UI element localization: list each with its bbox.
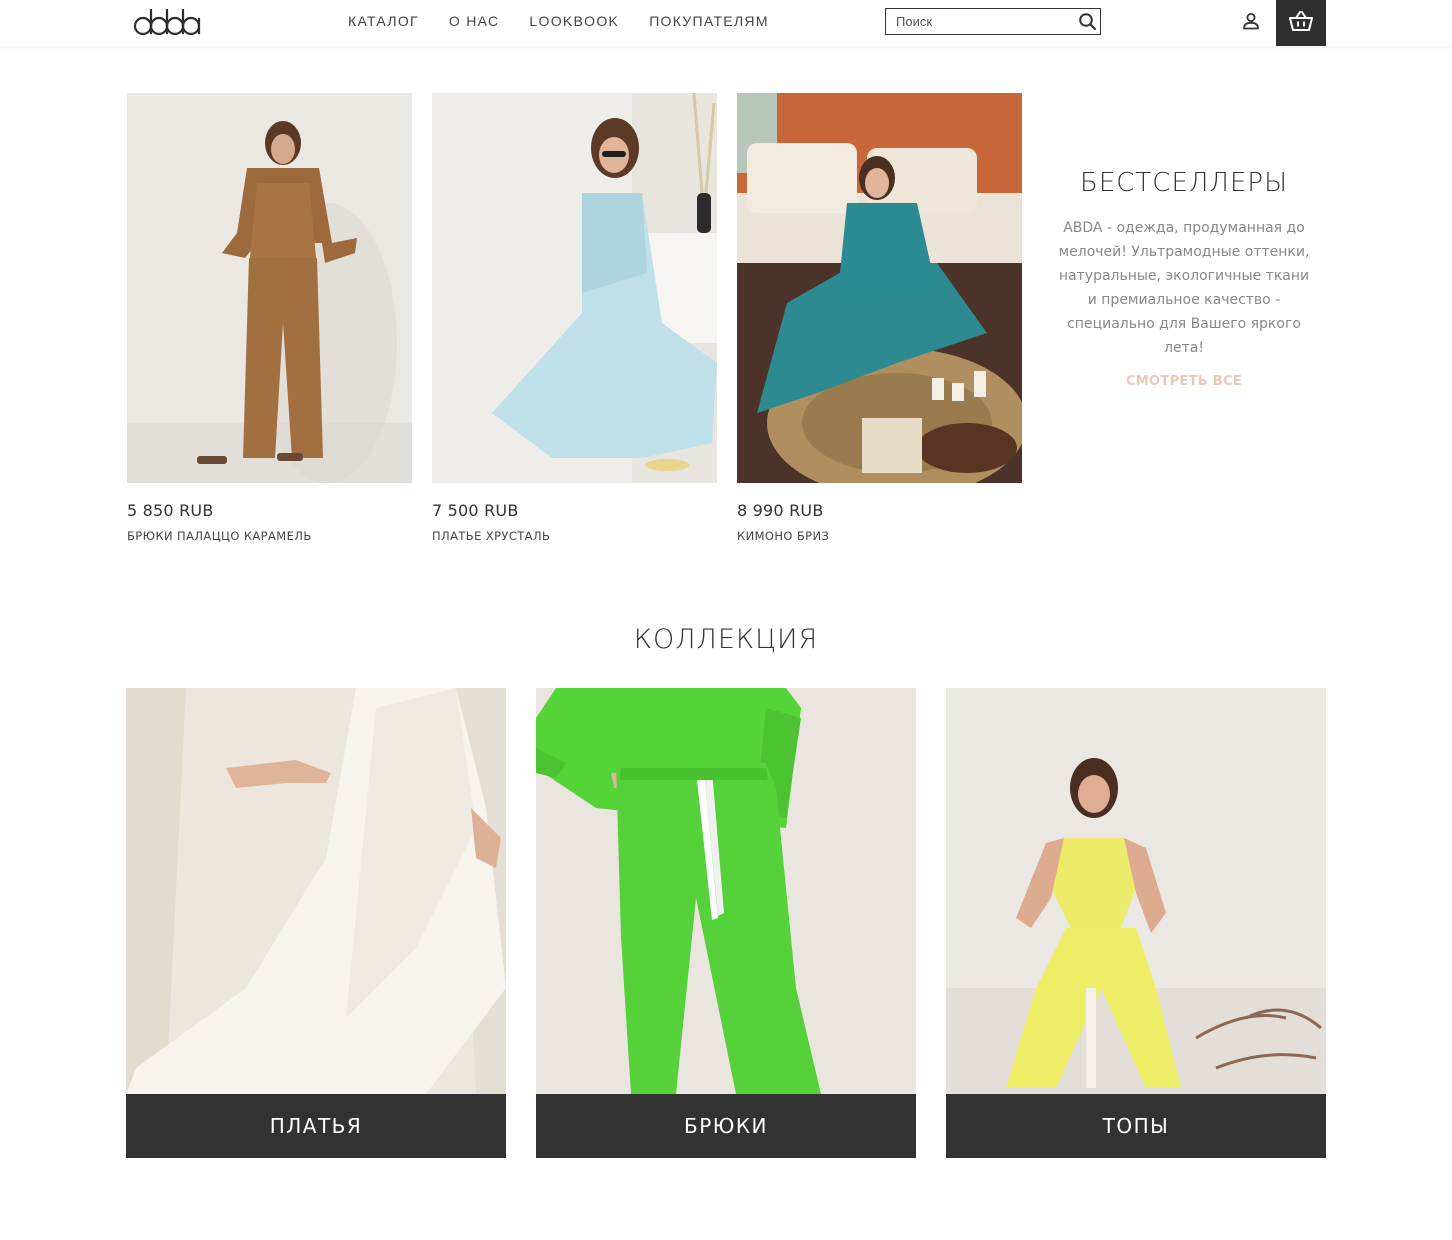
product-name[interactable]: ПЛАТЬЕ ХРУСТАЛЬ [432,529,717,543]
product-card[interactable]: 7 500 RUB ПЛАТЬЕ ХРУСТАЛЬ [432,93,717,543]
abda-logo[interactable] [133,5,203,39]
product-image[interactable] [737,93,1022,483]
product-name[interactable]: КИМОНО БРИЗ [737,529,1022,543]
nav-about[interactable]: О НАС [449,13,500,29]
product-name[interactable]: БРЮКИ ПАЛАЦЦО КАРАМЕЛЬ [127,529,412,543]
category-card-trousers[interactable]: БРЮКИ [536,688,916,1158]
category-card-dresses[interactable]: ПЛАТЬЯ [126,688,506,1158]
search-box [885,8,1101,35]
main-nav: КАТАЛОГ О НАС LOOKBOOK ПОКУПАТЕЛЯМ [348,13,799,29]
search-input[interactable] [886,9,1074,34]
bestsellers-title: БЕСТСЕЛЛЕРЫ [1079,168,1289,198]
basket-icon [1289,11,1313,31]
product-image[interactable] [127,93,412,483]
product-image[interactable] [432,93,717,483]
category-image[interactable] [536,688,916,1094]
view-all-link[interactable]: СМОТРЕТЬ ВСЕ [1126,374,1242,389]
category-label[interactable]: ПЛАТЬЯ [126,1094,506,1158]
category-image[interactable] [126,688,506,1094]
product-card[interactable]: 5 850 RUB БРЮКИ ПАЛАЦЦО КАРАМЕЛЬ [127,93,412,543]
cart-button[interactable] [1276,0,1326,46]
nav-catalog[interactable]: КАТАЛОГ [348,13,419,29]
category-label[interactable]: БРЮКИ [536,1094,916,1158]
product-price: 8 990 RUB [737,501,824,520]
category-card-tops[interactable]: ТОПЫ [946,688,1326,1158]
collection-title: КОЛЛЕКЦИЯ [633,624,819,655]
nav-customers[interactable]: ПОКУПАТЕЛЯМ [649,13,769,29]
bestsellers-description: ABDA - одежда, продуманная до мелочей! У… [1058,220,1310,356]
product-price: 5 850 RUB [127,501,214,520]
category-label[interactable]: ТОПЫ [946,1094,1326,1158]
site-header: КАТАЛОГ О НАС LOOKBOOK ПОКУПАТЕЛЯМ [0,0,1452,46]
nav-lookbook[interactable]: LOOKBOOK [529,13,619,29]
product-price: 7 500 RUB [432,501,519,520]
bestsellers-intro: БЕСТСЕЛЛЕРЫ ABDA - одежда, продуманная д… [1056,168,1312,390]
category-image[interactable] [946,688,1326,1094]
search-icon[interactable] [1078,12,1097,31]
user-icon[interactable] [1240,10,1262,32]
product-card[interactable]: 8 990 RUB КИМОНО БРИЗ [737,93,1022,543]
